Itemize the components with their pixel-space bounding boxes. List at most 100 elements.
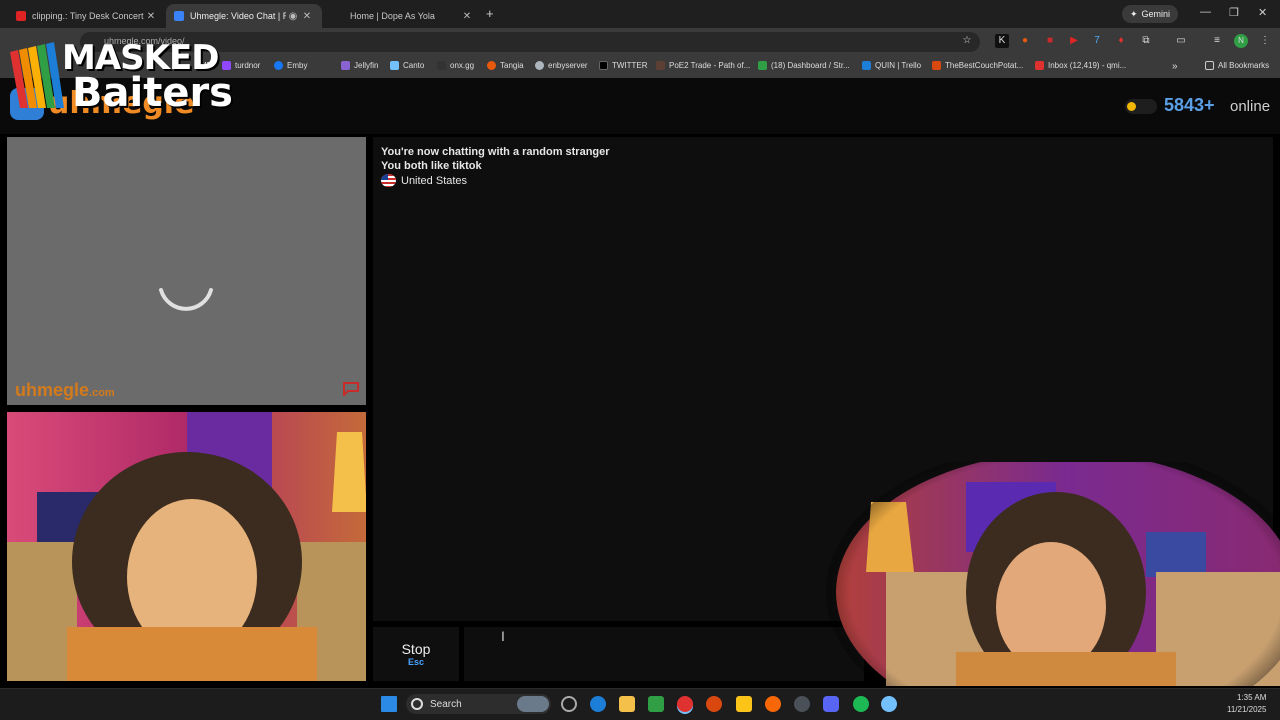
app-blue-icon[interactable] <box>881 696 897 712</box>
all-bookmarks[interactable]: All Bookmarks <box>1205 61 1269 70</box>
tab-title: clipping.: Tiny Desk Concert - Y <box>32 11 144 21</box>
close-icon[interactable]: ✕ <box>144 11 158 22</box>
bookmark-label: turdnor <box>235 61 261 70</box>
canto-icon <box>390 61 399 70</box>
sun-icon <box>1127 102 1136 111</box>
profile-avatar[interactable]: N <box>1234 34 1248 48</box>
masked-baiters-logo: MASKED Baiters <box>10 38 233 116</box>
bookmark-item[interactable]: Canto <box>390 61 424 70</box>
record-icon: ◉ <box>288 10 298 22</box>
menu-icon[interactable]: ⋮ <box>1258 34 1272 48</box>
tangia-icon <box>487 61 496 70</box>
file-explorer-icon[interactable] <box>619 696 635 712</box>
stranger-video <box>7 137 366 405</box>
restore-icon[interactable]: ❐ <box>1229 6 1239 19</box>
chevron-right-icon[interactable]: » <box>1172 61 1178 72</box>
new-tab-button[interactable]: + <box>486 6 494 21</box>
bookmark-label: Jellyfin <box>354 61 379 70</box>
message-input[interactable] <box>464 627 864 681</box>
poe-icon <box>656 61 665 70</box>
extension-blue-icon[interactable]: 7 <box>1090 34 1104 48</box>
minimize-icon[interactable]: — <box>1200 6 1211 18</box>
text-cursor-icon: I <box>501 628 505 644</box>
watermark-text: uhmegle <box>15 380 90 400</box>
star-icon[interactable]: ☆ <box>960 34 974 48</box>
bookmark-item[interactable]: enbyserver <box>535 61 588 70</box>
close-window-icon[interactable]: ✕ <box>1258 6 1267 19</box>
trello-icon <box>862 61 871 70</box>
bookmark-label: Inbox (12,419) - qmi... <box>1048 61 1127 70</box>
bookmark-label: (18) Dashboard / Str... <box>771 61 850 70</box>
bookmark-item[interactable]: PoE2 Trade - Path of... <box>656 61 750 70</box>
page-icon <box>334 11 344 21</box>
rainbow-stripes-icon <box>10 42 64 108</box>
discord-icon[interactable] <box>823 696 839 712</box>
gemini-button[interactable]: ✦ Gemini <box>1122 5 1179 23</box>
spotify-icon[interactable] <box>853 696 869 712</box>
sparkle-icon: ✦ <box>1130 8 1138 19</box>
taskbar-date[interactable]: 11/21/2025 <box>1227 705 1266 714</box>
couch-icon <box>932 61 941 70</box>
puzzle-icon[interactable]: ⧉ <box>1139 34 1153 48</box>
jellyfin-icon <box>341 61 350 70</box>
cast-icon[interactable]: ▭ <box>1174 34 1188 48</box>
gmail-icon <box>1035 61 1044 70</box>
folder-icon <box>1205 61 1214 70</box>
youtube-ext-icon[interactable]: ▶ <box>1067 34 1081 48</box>
close-icon[interactable]: ✕ <box>460 11 474 22</box>
bookmark-item[interactable]: (18) Dashboard / Str... <box>758 61 850 70</box>
dashboard-icon <box>758 61 767 70</box>
extension-k-icon[interactable]: K <box>995 34 1009 48</box>
bookmark-item[interactable]: Tangia <box>487 61 524 70</box>
app-red-icon[interactable] <box>706 696 722 712</box>
edge-icon[interactable] <box>590 696 606 712</box>
extension-red-icon[interactable]: ■ <box>1043 34 1057 48</box>
globe-icon <box>535 61 544 70</box>
tab-dope-as-yola[interactable]: Home | Dope As Yola ✕ <box>326 4 482 28</box>
chrome-icon[interactable] <box>677 696 693 712</box>
report-flag-icon[interactable] <box>342 382 360 396</box>
weather-widget-icon[interactable] <box>517 696 549 712</box>
extension-fox-icon[interactable]: ● <box>1018 34 1032 48</box>
online-label: online <box>1230 98 1271 115</box>
extension-bolt-icon[interactable]: ♦ <box>1114 34 1128 48</box>
bookmark-label: enbyserver <box>548 61 588 70</box>
firefox-icon[interactable] <box>765 696 781 712</box>
bookmark-item[interactable]: Jellyfin <box>341 61 378 70</box>
tab-title: Home | Dope As Yola <box>350 11 435 21</box>
widgets-icon[interactable] <box>561 696 577 712</box>
us-flag-icon <box>381 174 396 187</box>
chat-country: United States <box>381 174 467 187</box>
streamer-webcam-overlay <box>826 462 1280 686</box>
bookmark-label: TWITTER <box>612 61 648 70</box>
gemini-label: Gemini <box>1141 9 1171 19</box>
watermark-suffix: .com <box>89 387 115 399</box>
bookmark-item[interactable]: TheBestCouchPotat... <box>932 61 1023 70</box>
online-count: 5843+ <box>1164 95 1215 115</box>
bookmark-item[interactable]: Inbox (12,419) - qmi... <box>1035 61 1126 70</box>
stop-label[interactable]: Stop <box>373 641 459 657</box>
facebook-icon <box>274 61 283 70</box>
youtube-icon <box>16 11 26 21</box>
bookmark-label: Tangia <box>500 61 524 70</box>
tab-uhmegle[interactable]: Uhmegle: Video Chat | Rand ◉ ✕ <box>166 4 322 28</box>
bookmark-item[interactable]: Emby <box>274 61 307 70</box>
bookmark-item[interactable]: QUIN | Trello <box>862 61 921 70</box>
play-app-icon[interactable] <box>648 696 664 712</box>
sticky-notes-icon[interactable] <box>736 696 752 712</box>
bookmark-label: onx.gg <box>450 61 475 70</box>
tab-title: Uhmegle: Video Chat | Rand <box>190 11 286 21</box>
bookmark-item[interactable]: TWITTER <box>599 61 648 70</box>
taskbar-time[interactable]: 1:35 AM <box>1237 693 1266 702</box>
uhmegle-watermark: uhmegle.com <box>15 380 115 401</box>
bookmark-item[interactable]: onx.gg <box>437 61 474 70</box>
search-icon <box>411 698 423 710</box>
self-video <box>7 412 366 681</box>
windows-start-icon[interactable] <box>381 696 397 712</box>
tab-tiny-desk[interactable]: clipping.: Tiny Desk Concert - Y ✕ <box>8 4 166 28</box>
chat-shared-interest: You both like tiktok <box>381 160 482 172</box>
app-gray-icon[interactable] <box>794 696 810 712</box>
close-icon[interactable]: ✕ <box>300 11 314 22</box>
stop-shortcut: Esc <box>407 657 424 667</box>
media-icon[interactable]: ≡ <box>1210 34 1224 48</box>
